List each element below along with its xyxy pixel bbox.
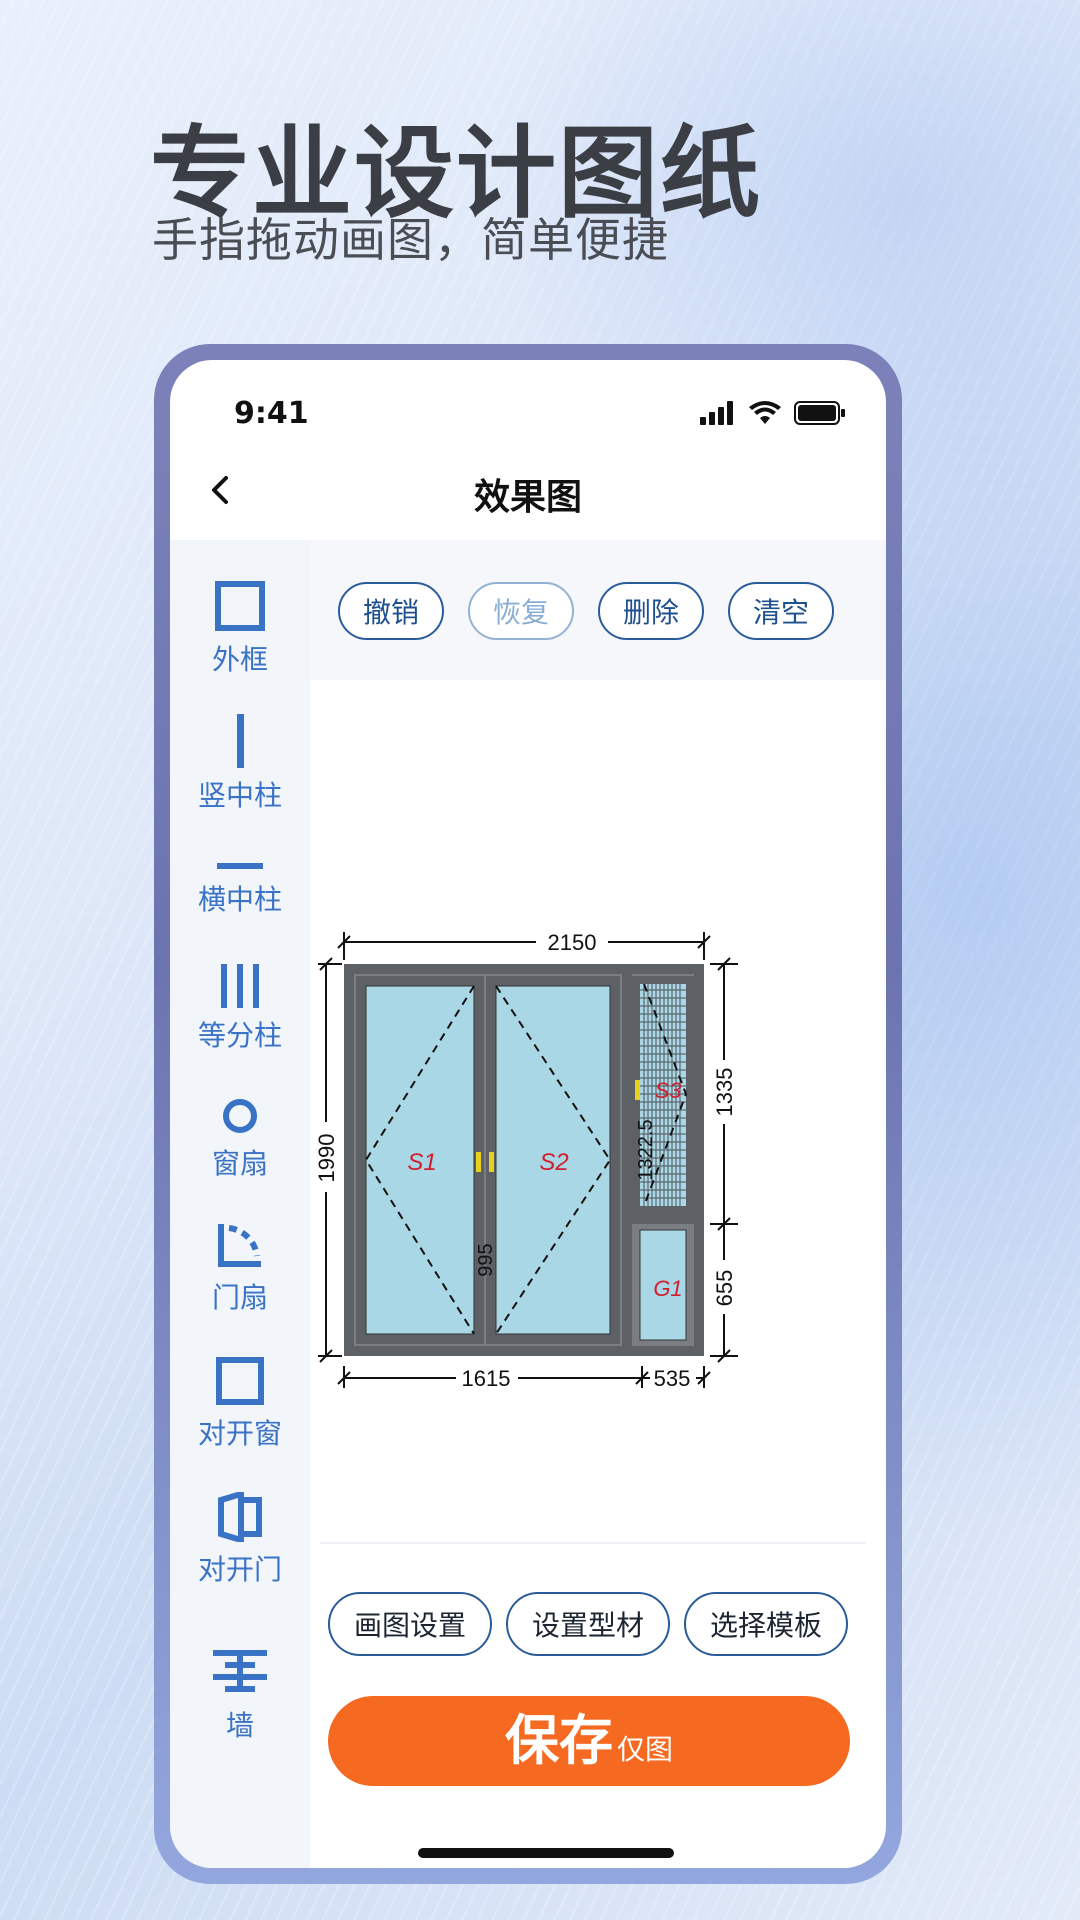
draw-settings-button[interactable]: 画图设置	[328, 1592, 492, 1656]
sidebar-item-door-sash[interactable]: 门扇	[170, 1220, 310, 1316]
status-bar: 9:41	[170, 360, 886, 440]
save-button-label: 保存	[504, 1709, 613, 1772]
sash-label-s1: S1	[407, 1149, 436, 1176]
triple-bar-icon	[221, 964, 259, 1008]
status-time: 9:41	[234, 396, 309, 431]
battery-icon	[794, 401, 845, 425]
door-swing-icon	[218, 1224, 261, 1267]
sidebar-item-window-sash[interactable]: 窗扇	[170, 1096, 310, 1182]
sidebar-item-label: 横中柱	[197, 883, 282, 916]
sidebar-item-label: 门扇	[211, 1281, 268, 1314]
clear-button[interactable]: 清空	[728, 582, 834, 640]
signal-icon	[700, 401, 733, 425]
undo-button[interactable]: 撤销	[338, 582, 444, 640]
sidebar-item-double-window[interactable]: 对开窗	[170, 1356, 310, 1452]
sidebar-item-vertical-mullion[interactable]: 竖中柱	[170, 714, 310, 814]
square-frame-icon	[215, 581, 265, 631]
sidebar-item-double-door[interactable]: 对开门	[170, 1492, 310, 1588]
dim-mid-vertical: 995	[475, 1243, 497, 1276]
window-drawing[interactable]: 2150 1990 1335 655 1615 535 S1 S2 S3 G1 …	[310, 680, 886, 1560]
sidebar-item-horizontal-mullion[interactable]: 横中柱	[170, 860, 310, 918]
status-icons	[700, 400, 846, 426]
delete-button[interactable]: 删除	[598, 582, 704, 640]
sash-label-s3: S3	[655, 1078, 683, 1103]
canvas-divider	[320, 1542, 866, 1544]
tool-sidebar: 外框 竖中柱 横中柱 等分柱 窗扇 门扇 对开窗 对开门 墙	[170, 540, 310, 1868]
phone-mockup: 9:41 效果图 外框 竖中柱 横中柱 等分柱 窗扇 门扇 对开窗 对开门 墙 …	[154, 344, 902, 1884]
sidebar-item-label: 等分柱	[197, 1019, 282, 1052]
horizontal-bar-icon	[217, 863, 263, 869]
nav-bar: 效果图	[170, 440, 886, 540]
drawing-canvas[interactable]: 2150 1990 1335 655 1615 535 S1 S2 S3 G1 …	[310, 680, 886, 1560]
sidebar-item-label: 对开门	[197, 1553, 282, 1586]
home-indicator	[418, 1848, 674, 1858]
square-frame-icon	[216, 1357, 264, 1405]
sidebar-item-label: 窗扇	[211, 1147, 268, 1180]
dim-right-top: 1335	[712, 1068, 737, 1117]
sidebar-item-outer-frame[interactable]: 外框	[170, 580, 310, 678]
dim-total-width: 2150	[548, 930, 597, 955]
sidebar-item-label: 墙	[225, 1709, 254, 1742]
circle-icon	[223, 1099, 257, 1133]
dim-right-bottom: 655	[712, 1270, 737, 1307]
dim-total-height: 1990	[314, 1134, 339, 1183]
glass-label-g1: G1	[653, 1276, 682, 1301]
double-door-icon	[218, 1492, 262, 1542]
choose-template-button[interactable]: 选择模板	[684, 1592, 848, 1656]
dim-left-width: 1615	[462, 1366, 511, 1391]
save-button-sublabel: 仅图	[616, 1733, 673, 1766]
dim-right-inner: 1322.5	[635, 1119, 657, 1180]
redo-button[interactable]: 恢复	[468, 582, 574, 640]
edit-toolbar: 撤销 恢复 删除 清空	[310, 540, 886, 680]
sidebar-item-wall[interactable]: 墙	[170, 1648, 310, 1744]
set-profile-button[interactable]: 设置型材	[506, 1592, 670, 1656]
sash-label-s2: S2	[539, 1149, 568, 1176]
wall-icon	[213, 1650, 267, 1692]
promo-subline: 手指拖动画图，简单便捷	[152, 213, 669, 267]
sidebar-item-label: 竖中柱	[197, 779, 282, 812]
vertical-bar-icon	[237, 714, 244, 768]
dim-right-width: 535	[654, 1366, 691, 1391]
page-title: 效果图	[473, 477, 582, 518]
save-button[interactable]: 保存 仅图	[328, 1696, 850, 1786]
wifi-icon	[749, 401, 781, 424]
sidebar-item-label: 外框	[211, 643, 268, 676]
app-screen: 9:41 效果图 外框 竖中柱 横中柱 等分柱 窗扇 门扇 对开窗 对开门 墙 …	[170, 360, 886, 1868]
sidebar-item-equal-mullion[interactable]: 等分柱	[170, 964, 310, 1054]
sidebar-item-label: 对开窗	[197, 1417, 282, 1450]
